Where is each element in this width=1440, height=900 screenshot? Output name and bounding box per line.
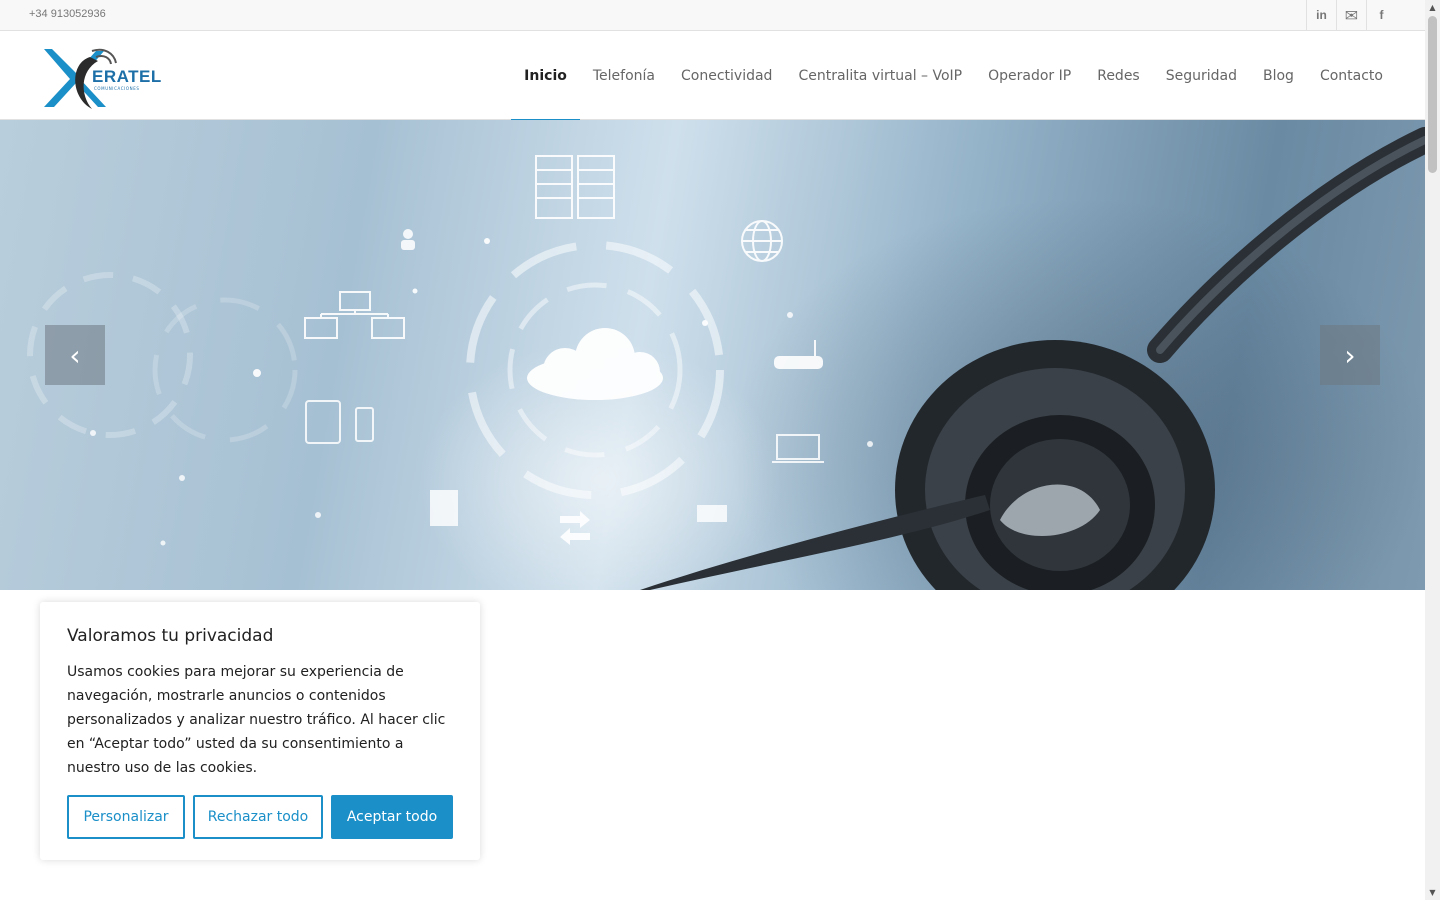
reject-all-button[interactable]: Rechazar todo — [193, 795, 323, 839]
site-header: ERATEL COMUNICACIONES Inicio Telefonía C… — [0, 31, 1425, 121]
nav-blog[interactable]: Blog — [1250, 31, 1307, 120]
customize-button[interactable]: Personalizar — [67, 795, 185, 839]
linkedin-icon[interactable]: in — [1306, 0, 1336, 30]
nav-seguridad[interactable]: Seguridad — [1153, 31, 1250, 120]
hero-image — [27, 127, 1425, 590]
cookie-consent-banner: Valoramos tu privacidad Usamos cookies p… — [40, 602, 480, 860]
mail-icon[interactable]: ✉ — [1336, 0, 1366, 30]
slider-next-button[interactable]: › — [1320, 325, 1380, 385]
page-scrollbar[interactable]: ▲ ▼ — [1425, 0, 1440, 900]
social-links: in ✉ f — [1306, 0, 1396, 30]
scroll-down-arrow[interactable]: ▼ — [1425, 885, 1440, 900]
phone-number: +34 913052936 — [29, 8, 106, 20]
nav-operador-ip[interactable]: Operador IP — [975, 31, 1084, 120]
logo-text: ERATEL — [92, 67, 162, 86]
hero-slider: ‹ › — [0, 120, 1425, 590]
nav-centralita-virtual[interactable]: Centralita virtual – VoIP — [785, 31, 975, 120]
cookie-text: Usamos cookies para mejorar su experienc… — [67, 664, 446, 776]
cookie-buttons: Personalizar Rechazar todo Aceptar todo — [67, 795, 453, 839]
accept-all-button[interactable]: Aceptar todo — [331, 795, 453, 839]
main-nav: Inicio Telefonía Conectividad Centralita… — [511, 31, 1396, 121]
nav-inicio[interactable]: Inicio — [511, 31, 580, 121]
cookie-title: Valoramos tu privacidad — [67, 626, 274, 646]
slider-prev-button[interactable]: ‹ — [45, 325, 105, 385]
scroll-up-arrow[interactable]: ▲ — [1425, 0, 1440, 15]
facebook-icon[interactable]: f — [1366, 0, 1396, 30]
nav-contacto[interactable]: Contacto — [1307, 31, 1396, 120]
scrollbar-thumb[interactable] — [1428, 16, 1437, 173]
nav-telefonia[interactable]: Telefonía — [580, 31, 668, 120]
chevron-right-icon: › — [1344, 338, 1356, 372]
top-bar: +34 913052936 in ✉ f — [0, 0, 1425, 31]
nav-redes[interactable]: Redes — [1084, 31, 1153, 120]
chevron-left-icon: ‹ — [69, 338, 81, 372]
logo-subtitle: COMUNICACIONES — [94, 86, 140, 91]
nav-conectividad[interactable]: Conectividad — [668, 31, 785, 120]
site-logo[interactable]: ERATEL COMUNICACIONES — [40, 39, 161, 115]
